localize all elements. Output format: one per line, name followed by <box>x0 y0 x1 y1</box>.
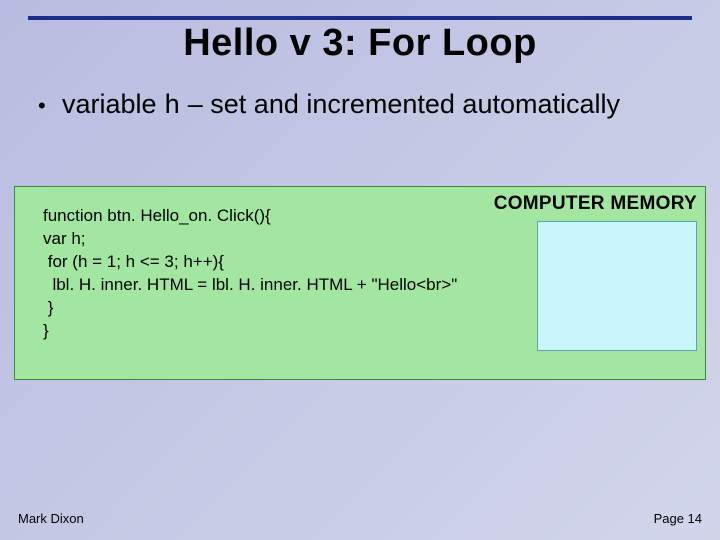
bullet-rest: – set and incremented automatically <box>180 89 620 119</box>
title-divider <box>28 16 692 20</box>
code-line-3: for (h = 1; h <= 3; h++){ <box>43 252 224 271</box>
code-snippet: function btn. Hello_on. Click(){ var h; … <box>43 205 457 343</box>
bullet-list: • variable h – set and incremented autom… <box>38 88 682 125</box>
footer-page: Page 14 <box>654 511 702 526</box>
bullet-item: • variable h – set and incremented autom… <box>38 88 682 125</box>
code-line-4: lbl. H. inner. HTML = lbl. H. inner. HTM… <box>43 275 457 294</box>
code-line-5: } <box>43 298 53 317</box>
bullet-varname: h <box>164 92 180 122</box>
bullet-dot-icon: • <box>38 88 62 120</box>
bullet-text: variable h – set and incremented automat… <box>62 88 682 125</box>
memory-header: COMPUTER MEMORY <box>494 193 697 215</box>
memory-box <box>537 221 697 351</box>
bullet-prefix: variable <box>62 89 164 119</box>
code-diagram: function btn. Hello_on. Click(){ var h; … <box>14 186 706 380</box>
code-line-6: } <box>43 321 49 340</box>
code-line-1: function btn. Hello_on. Click(){ <box>43 206 271 225</box>
code-line-2: var h; <box>43 229 86 248</box>
slide-title: Hello v 3: For Loop <box>0 22 720 65</box>
footer-author: Mark Dixon <box>18 511 84 526</box>
